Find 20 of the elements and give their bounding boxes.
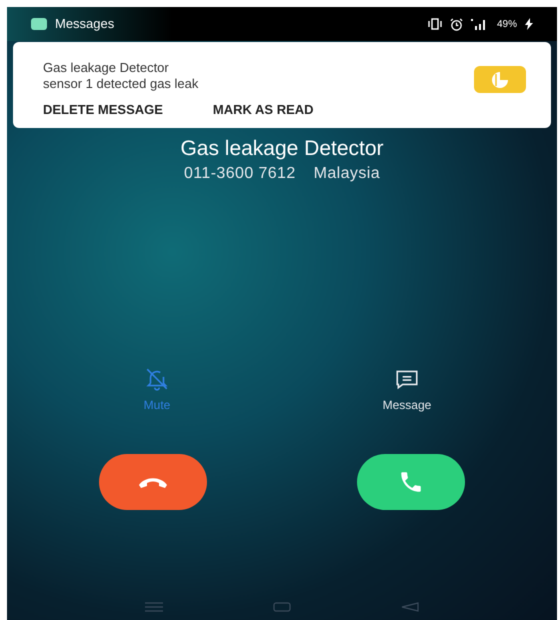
charging-icon: [525, 18, 533, 30]
muted-bell-icon: [144, 366, 170, 392]
back-icon[interactable]: [401, 602, 419, 612]
notification-action[interactable]: DELETE MESSAGE: [43, 100, 163, 120]
caller-name: Gas leakage Detector: [180, 136, 384, 162]
app-logo-icon: [474, 66, 526, 93]
notification-app-label: Messages: [55, 15, 114, 34]
vibrate-icon: [428, 18, 442, 30]
caller-number: 011-3600 7612: [184, 164, 296, 184]
menu-icon[interactable]: [145, 602, 163, 612]
message-button[interactable]: Message: [362, 366, 452, 414]
notification-title: Gas leakage Detector: [43, 60, 170, 76]
home-icon[interactable]: [273, 602, 291, 612]
caller-region: Malaysia: [314, 164, 380, 184]
alarm-icon: [450, 18, 463, 30]
notification-card[interactable]: Gas leakage Detector sensor 1 detected gas leak DELETE MESSAGE MARK AS READ: [13, 42, 551, 128]
battery-percentage: 49%: [496, 18, 517, 32]
notification-action[interactable]: MARK AS READ: [212, 100, 314, 120]
notification-body: sensor 1 detected gas leak: [43, 76, 200, 92]
chat-icon: [31, 18, 47, 30]
